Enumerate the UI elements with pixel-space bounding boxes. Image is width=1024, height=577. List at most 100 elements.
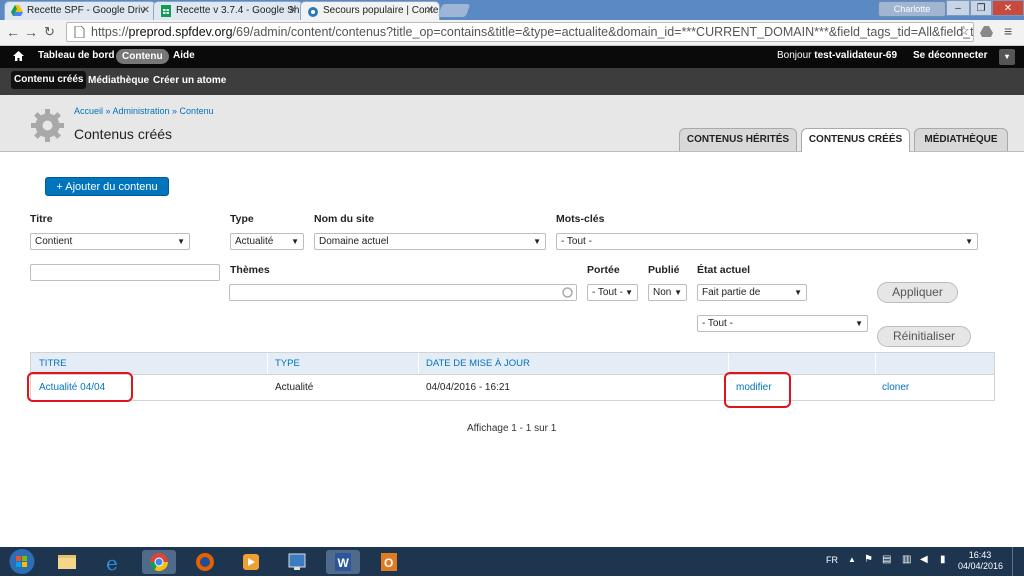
remote-desktop-icon[interactable]	[280, 550, 314, 574]
themes-label: Thèmes	[230, 264, 270, 276]
column-header-type[interactable]: TYPE	[275, 358, 300, 369]
etat-label: État actuel	[697, 264, 751, 276]
chrome-icon[interactable]	[142, 550, 176, 574]
type-select[interactable]: Actualité ▼	[230, 233, 304, 250]
apply-button[interactable]: Appliquer	[877, 282, 958, 303]
close-tab-icon[interactable]: ✕	[426, 2, 434, 20]
site-select[interactable]: Domaine actuel ▼	[314, 233, 546, 250]
battery-icon[interactable]: ▮	[940, 554, 946, 565]
column-divider	[875, 353, 876, 374]
close-tab-icon[interactable]: ✕	[289, 2, 297, 20]
toolbar-help-link[interactable]: Aide	[173, 50, 195, 61]
svg-text:e: e	[106, 551, 118, 574]
admin-toolbar: Tableau de bord Contenu Aide Bonjour tes…	[0, 46, 1024, 68]
google-drive-extension-icon[interactable]	[980, 25, 993, 38]
title-highlight-annotation	[27, 372, 133, 402]
action-center-flag-icon[interactable]: ⚑	[864, 554, 873, 565]
titre-operator-select[interactable]: Contient ▼	[30, 233, 190, 250]
etat-operator-select[interactable]: Fait partie de ▼	[697, 284, 807, 301]
explorer-icon[interactable]	[50, 550, 84, 574]
word-icon[interactable]: W	[326, 550, 360, 574]
etat-value-select[interactable]: - Tout - ▼	[697, 315, 868, 332]
column-divider	[418, 353, 419, 374]
browser-tab-recette-v374[interactable]: Recette v 3.7.4 - Google Sh ✕	[153, 1, 303, 20]
menu-icon[interactable]: ≡	[1004, 23, 1012, 39]
svg-text:O: O	[384, 556, 393, 570]
language-indicator[interactable]: FR	[826, 555, 838, 565]
tab-contenus-crees[interactable]: CONTENUS CRÉÉS	[801, 128, 910, 152]
reset-button[interactable]: Réinitialiser	[877, 326, 971, 347]
publie-label: Publié	[648, 264, 680, 276]
google-drive-icon	[11, 5, 23, 16]
windows-start-icon[interactable]	[4, 548, 40, 575]
browser-tab-recette-spf[interactable]: Recette SPF - Google Driv ✕	[4, 1, 156, 20]
clock[interactable]: 16:43 04/04/2016	[958, 550, 1003, 572]
page-icon	[74, 26, 85, 38]
minimize-button[interactable]: –	[946, 0, 970, 16]
toolbar-greeting: Bonjour test-validateur-69	[777, 50, 898, 61]
new-tab-button[interactable]	[437, 4, 471, 17]
tags-select[interactable]: - Tout - ▼	[556, 233, 978, 250]
toolbar-dashboard-link[interactable]: Tableau de bord	[38, 50, 115, 61]
browser-tab-bar: Recette SPF - Google Driv ✕ Recette v 3.…	[0, 0, 1024, 20]
printer-icon[interactable]: ▤	[882, 554, 891, 565]
media-player-icon[interactable]	[234, 550, 268, 574]
subtoolbar-item-mediatheque[interactable]: Médiathèque	[88, 75, 149, 86]
row-type: Actualité	[275, 382, 314, 393]
network-icon[interactable]: ▥	[902, 554, 911, 565]
show-hidden-icons-arrow-icon[interactable]: ▲	[848, 555, 856, 564]
show-desktop-button[interactable]	[1012, 547, 1024, 576]
chevron-down-icon: ▼	[625, 288, 633, 297]
column-header-titre[interactable]: TITRE	[39, 358, 66, 369]
toolbar-content-link[interactable]: Contenu	[116, 49, 169, 64]
edit-highlight-annotation	[724, 372, 791, 408]
outlook-icon[interactable]: O	[372, 550, 406, 574]
home-icon[interactable]	[13, 51, 24, 62]
browser-tab-secours-populaire[interactable]: Secours populaire | Conte ✕	[300, 1, 440, 20]
close-tab-icon[interactable]: ✕	[142, 2, 150, 20]
maximize-button[interactable]: ❐	[970, 0, 992, 16]
autocomplete-throbber-icon	[562, 287, 573, 298]
type-label: Type	[230, 213, 254, 225]
page-title: Contenus créés	[74, 126, 173, 142]
subtoolbar-item-contenus-crees[interactable]: Contenu créés	[11, 71, 87, 89]
toolbar-logout-link[interactable]: Se déconnecter	[913, 50, 987, 61]
column-header-date[interactable]: DATE DE MISE À JOUR	[426, 358, 530, 369]
close-window-button[interactable]: ✕	[992, 0, 1024, 16]
toolbar-toggle-button[interactable]: ▾	[999, 49, 1015, 65]
internet-explorer-icon[interactable]: e	[96, 550, 130, 575]
toolbar-username[interactable]: test-validateur-69	[814, 50, 897, 61]
pager-summary: Affichage 1 - 1 sur 1	[467, 423, 557, 434]
titre-input[interactable]	[30, 264, 220, 281]
reload-icon[interactable]: ↻	[44, 24, 55, 40]
add-content-button[interactable]: + Ajouter du contenu	[45, 177, 169, 196]
firefox-icon[interactable]	[188, 550, 222, 574]
chevron-down-icon: ▼	[965, 237, 973, 246]
tab-contenus-herites[interactable]: CONTENUS HÉRITÉS	[679, 128, 797, 151]
chevron-down-icon: ▼	[674, 288, 682, 297]
forward-arrow-icon[interactable]: →	[24, 24, 38, 40]
tags-label: Mots-clés	[556, 213, 605, 225]
column-divider	[728, 353, 729, 374]
tab-mediatheque[interactable]: MÉDIATHÈQUE	[914, 128, 1008, 151]
subtoolbar-item-creer-atome[interactable]: Créer un atome	[153, 75, 226, 86]
bookmark-star-icon[interactable]: ☆	[958, 23, 970, 39]
portee-select[interactable]: - Tout - ▼	[587, 284, 638, 301]
browser-user-badge[interactable]: Charlotte	[878, 1, 946, 17]
admin-subtoolbar: Contenu créés Médiathèque Créer un atome	[0, 68, 1024, 95]
publie-select[interactable]: Non ▼	[648, 284, 687, 301]
breadcrumb[interactable]: Accueil » Administration » Contenu	[74, 106, 214, 116]
chevron-down-icon: ▼	[533, 237, 541, 246]
volume-icon[interactable]: ◀	[920, 554, 928, 565]
themes-input[interactable]	[229, 284, 577, 301]
page-header: Accueil » Administration » Contenu Conte…	[0, 95, 1024, 152]
site-label: Nom du site	[314, 213, 375, 225]
address-bar: ← → ↻ https://preprod.spfdev.org/69/admi…	[0, 20, 1024, 46]
back-arrow-icon[interactable]: ←	[6, 24, 20, 40]
gear-icon	[31, 109, 64, 142]
row-clone-link[interactable]: cloner	[882, 382, 909, 393]
column-divider	[267, 353, 268, 374]
svg-text:W: W	[338, 556, 350, 570]
url-input[interactable]: https://preprod.spfdev.org/69/admin/cont…	[66, 22, 974, 42]
content-table: TITRE TYPE DATE DE MISE À JOUR Actualité…	[30, 352, 995, 401]
